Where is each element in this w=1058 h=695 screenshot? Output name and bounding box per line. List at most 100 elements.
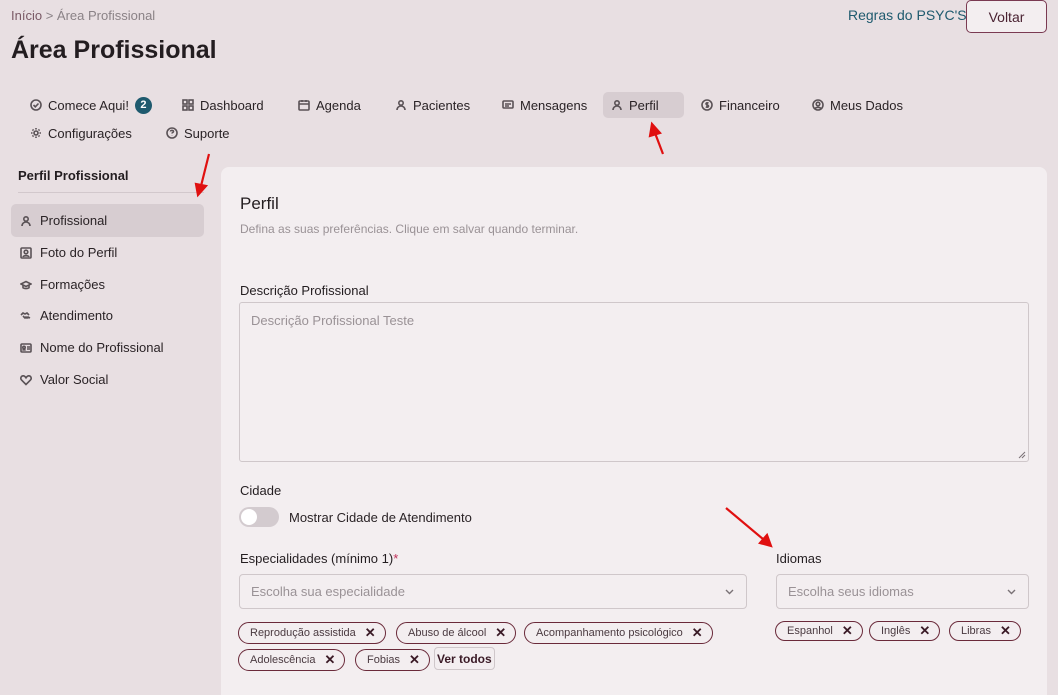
profile-form-panel: Perfil Defina as suas preferências. Cliq… [221,167,1047,695]
see-all-button[interactable]: Ver todos [434,647,495,670]
resize-grip-icon[interactable] [1018,451,1026,459]
specialty-select[interactable]: Escolha sua especialidade [239,574,747,609]
specialty-chip: Acompanhamento psicológico ✕ [524,622,713,644]
description-label: Descrição Profissional [240,283,369,298]
tab-label: Suporte [184,125,230,141]
remove-chip-button[interactable]: ✕ [1000,623,1011,639]
tab-label: Configurações [48,125,132,141]
grid-icon [182,99,194,111]
back-button[interactable]: Voltar [966,0,1047,33]
panel-subtitle: Defina as suas preferências. Clique em s… [240,222,579,236]
id-card-icon [20,342,32,353]
arrow-to-sidebar [194,153,211,198]
language-select-placeholder: Escolha seus idiomas [788,584,914,599]
tab-comece-aqui[interactable]: Comece Aqui! 2 [22,92,160,118]
tab-suporte[interactable]: Suporte [158,120,238,146]
specialties-label: Especialidades (mínimo 1)* [240,551,398,566]
chip-label: Fobias [367,654,401,666]
specialty-chip: Abuso de álcool ✕ [396,622,517,644]
user-icon [396,99,406,111]
breadcrumb-current: Área Profissional [56,8,156,23]
tab-label: Dashboard [200,97,264,113]
remove-chip-button[interactable]: ✕ [919,623,930,639]
notification-badge: 2 [134,96,152,114]
sidebar-item-foto-do-perfil[interactable]: Foto do Perfil [11,236,204,269]
languages-label: Idiomas [776,551,822,566]
portrait-icon [20,246,32,259]
check-circle-icon [30,99,42,111]
language-chip: Inglês ✕ [869,621,941,641]
tab-label: Meus Dados [830,97,903,113]
sidebar-item-nome-do-profissional[interactable]: Nome do Profissional [11,331,204,364]
breadcrumb-separator: > [45,8,54,23]
specialty-chip: Adolescência ✕ [238,649,346,671]
calendar-icon [298,100,310,111]
toggle-knob [241,509,257,525]
tab-financeiro[interactable]: Financeiro [693,92,788,118]
heart-icon [20,374,32,386]
chip-label: Libras [961,625,991,637]
sidebar-item-label: Foto do Perfil [40,245,118,260]
remove-chip-button[interactable]: ✕ [842,623,853,639]
city-toggle[interactable] [239,507,279,527]
tab-dashboard[interactable]: Dashboard [174,92,272,118]
sidebar-item-label: Profissional [40,213,108,228]
sidebar-item-label: Nome do Profissional [40,340,164,355]
chip-label: Acompanhamento psicológico [536,627,683,639]
chip-label: Inglês [881,625,911,637]
message-icon [502,100,514,109]
language-chip: Espanhol ✕ [775,621,863,641]
description-value: Descrição Profissional Teste [251,313,415,328]
specialties-label-text: Especialidades (mínimo 1) [240,551,394,566]
language-select[interactable]: Escolha seus idiomas [776,574,1029,609]
chip-label: Abuso de álcool [408,627,487,639]
user-icon [612,99,622,111]
tab-label: Comece Aqui! [48,97,129,113]
sidebar-item-valor-social[interactable]: Valor Social [11,363,204,396]
description-textarea[interactable]: Descrição Profissional Teste [239,302,1029,462]
sidebar-divider [18,192,204,193]
city-label: Cidade [240,483,282,498]
tab-configuracoes[interactable]: Configurações [22,120,140,146]
tab-label: Perfil [629,97,659,113]
city-toggle-label: Mostrar Cidade de Atendimento [289,510,472,525]
chevron-down-icon [725,589,734,595]
tab-meus-dados[interactable]: Meus Dados [804,92,911,118]
remove-chip-button[interactable]: ✕ [365,625,376,641]
dollar-circle-icon [701,99,713,111]
user-icon [21,215,31,226]
sidebar-item-label: Valor Social [40,372,109,387]
remove-chip-button[interactable]: ✕ [324,652,335,668]
tab-perfil[interactable]: Perfil [603,92,684,118]
sidebar-item-label: Atendimento [40,308,113,323]
specialty-select-placeholder: Escolha sua especialidade [251,584,405,599]
rules-link[interactable]: Regras do PSYC'S [848,7,967,23]
remove-chip-button[interactable]: ✕ [495,625,506,641]
sidebar-item-atendimento[interactable]: Atendimento [11,299,204,332]
remove-chip-button[interactable]: ✕ [409,652,420,668]
tab-pacientes[interactable]: Pacientes [387,92,478,118]
help-circle-icon [166,127,178,139]
chip-label: Reprodução assistida [250,627,356,639]
tab-label: Agenda [316,97,361,113]
arrow-to-perfil-tab [648,121,665,155]
breadcrumb-home-link[interactable]: Início [11,8,42,23]
tab-agenda[interactable]: Agenda [290,92,369,118]
tab-label: Financeiro [719,97,780,113]
remove-chip-button[interactable]: ✕ [692,625,703,641]
sidebar-item-label: Formações [40,277,106,292]
gear-icon [31,128,41,138]
panel-title: Perfil [240,194,279,213]
sidebar-item-profissional[interactable]: Profissional [11,204,204,237]
chevron-down-icon [1007,589,1016,595]
specialty-chip: Fobias ✕ [355,649,430,671]
graduation-cap-icon [20,280,32,289]
tab-mensagens[interactable]: Mensagens [494,92,595,118]
sidebar-item-formacoes[interactable]: Formações [11,268,204,301]
breadcrumb: Início > Área Profissional [11,8,155,23]
chip-label: Espanhol [787,625,833,637]
handshake-icon [20,311,31,319]
specialty-chip: Reprodução assistida ✕ [238,622,386,644]
chip-label: Adolescência [250,654,316,666]
page-title: Área Profissional [11,36,217,64]
